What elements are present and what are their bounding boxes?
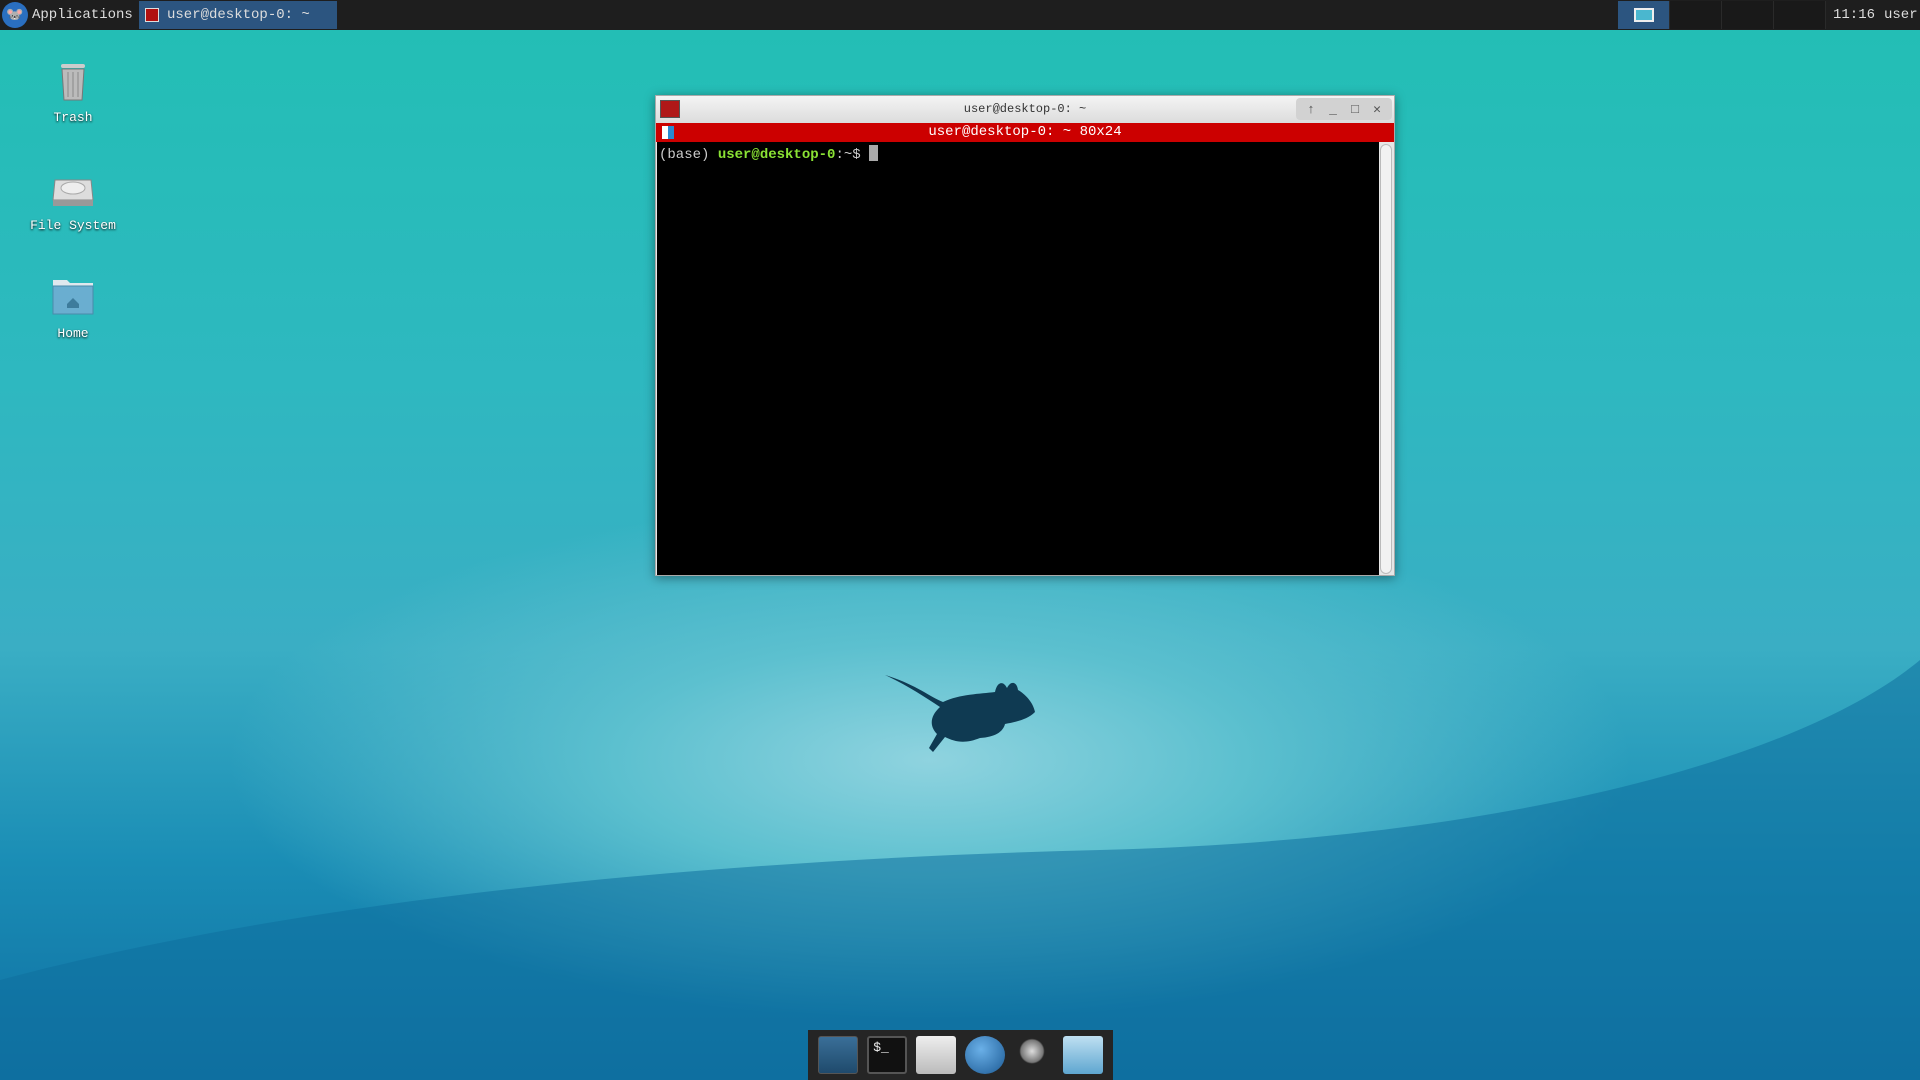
xfce-mouse-logo <box>885 675 1035 752</box>
terminal-output[interactable]: (base) user@desktop-0:~$ <box>657 142 1379 575</box>
applications-menu[interactable]: 🐭 Applications <box>0 0 141 30</box>
search-icon[interactable] <box>1013 1036 1054 1074</box>
home-folder-icon[interactable] <box>916 1036 957 1074</box>
terminal-menu-icon[interactable] <box>662 126 674 139</box>
terminal-tab-title: user@desktop-0: ~ 80x24 <box>928 124 1122 140</box>
keep-above-button[interactable]: ↑ <box>1302 96 1320 123</box>
terminal-tab-bar: user@desktop-0: ~ 80x24 <box>656 123 1394 142</box>
window-title: user@desktop-0: ~ <box>963 102 1087 116</box>
terminal-icon <box>145 8 159 22</box>
workspace-switcher <box>1618 1 1826 29</box>
prompt-env: (base) <box>659 147 718 163</box>
user-menu[interactable]: user <box>1884 7 1918 23</box>
terminal-icon[interactable]: $_ <box>867 1036 908 1074</box>
folder-icon[interactable] <box>1062 1036 1103 1074</box>
desktop-icon-home[interactable]: Home <box>18 274 128 341</box>
window-titlebar[interactable]: user@desktop-0: ~ ↑ _ □ ✕ <box>656 96 1394 123</box>
clock[interactable]: 11:16 <box>1833 7 1875 23</box>
desktop-icon-label: File System <box>30 218 116 233</box>
drive-icon <box>52 179 94 206</box>
workspace-3[interactable] <box>1722 1 1774 29</box>
taskbar-item-terminal[interactable]: user@desktop-0: ~ <box>139 1 337 29</box>
window-controls: ↑ _ □ ✕ <box>1296 98 1392 120</box>
desktop-icon-trash[interactable]: Trash <box>18 58 128 125</box>
prompt-path: :~$ <box>835 147 870 163</box>
trash-icon <box>61 64 85 101</box>
minimize-button[interactable]: _ <box>1324 96 1342 123</box>
applications-label: Applications <box>32 7 133 23</box>
taskbar-item-label: user@desktop-0: ~ <box>167 7 310 23</box>
desktop-icon-file-system[interactable]: File System <box>18 166 128 233</box>
top-panel: 🐭 Applications user@desktop-0: ~ 11:16 u… <box>0 0 1920 30</box>
maximize-button[interactable]: □ <box>1346 96 1364 123</box>
terminal-app-icon[interactable] <box>660 100 680 118</box>
xfce-logo-icon: 🐭 <box>2 2 28 28</box>
terminal-scrollbar[interactable] <box>1380 144 1392 574</box>
show-desktop-icon[interactable] <box>818 1036 859 1074</box>
dock: $_ <box>808 1030 1113 1080</box>
workspace-4[interactable] <box>1774 1 1826 29</box>
home-folder-icon <box>52 280 94 315</box>
desktop-icon-label: Home <box>57 326 89 341</box>
close-button[interactable]: ✕ <box>1368 96 1386 123</box>
workspace-1[interactable] <box>1618 1 1670 29</box>
text-cursor <box>869 145 879 161</box>
web-browser-icon[interactable] <box>964 1036 1005 1074</box>
terminal-window: user@desktop-0: ~ ↑ _ □ ✕ user@desktop-0… <box>655 95 1395 576</box>
desktop-icon-label: Trash <box>53 110 93 125</box>
prompt-user: user@desktop-0 <box>717 147 836 163</box>
workspace-2[interactable] <box>1670 1 1722 29</box>
